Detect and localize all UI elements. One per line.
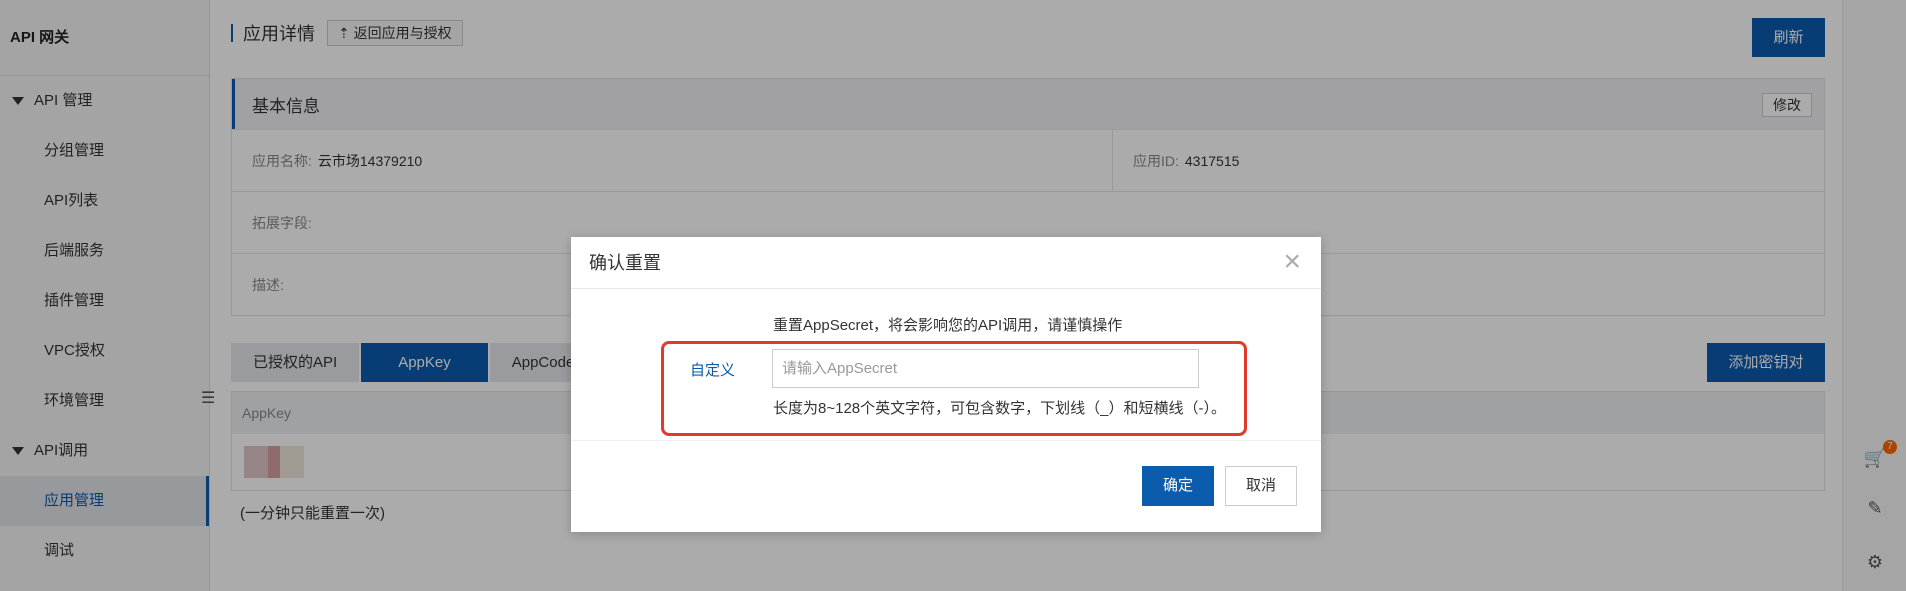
dialog-title: 确认重置 bbox=[589, 253, 661, 273]
dialog-header: 确认重置 × bbox=[571, 237, 1321, 289]
custom-field-label: 自定义 bbox=[690, 362, 736, 379]
reset-warning: 重置AppSecret，将会影响您的API调用，请谨慎操作 bbox=[773, 317, 1123, 334]
cancel-button[interactable]: 取消 bbox=[1225, 466, 1297, 506]
confirm-button[interactable]: 确定 bbox=[1142, 466, 1214, 506]
confirm-reset-dialog: 确认重置 × 重置AppSecret，将会影响您的API调用，请谨慎操作 自定义… bbox=[571, 237, 1321, 532]
appsecret-input[interactable] bbox=[772, 349, 1199, 388]
close-icon[interactable]: × bbox=[1283, 237, 1301, 287]
appsecret-hint: 长度为8~128个英文字符，可包含数字，下划线（_）和短横线（-）。 bbox=[773, 400, 1226, 417]
dialog-footer-divider bbox=[571, 440, 1321, 441]
